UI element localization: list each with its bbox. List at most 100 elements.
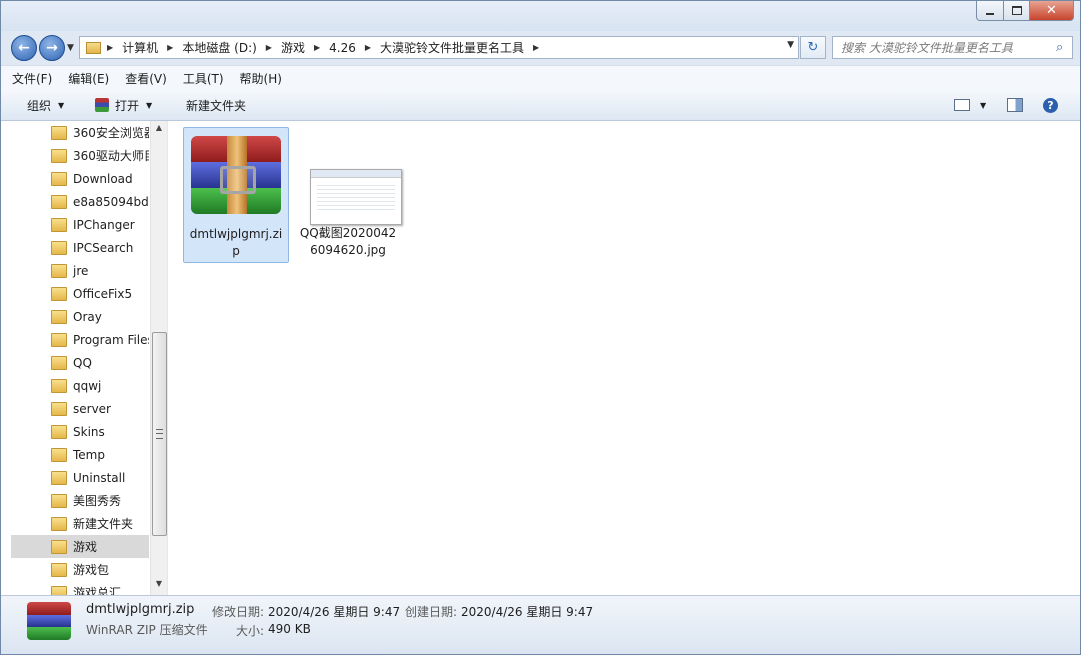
- maximize-button[interactable]: [1004, 1, 1030, 21]
- menu-bar: 文件(F) 编辑(E) 查看(V) 工具(T) 帮助(H): [1, 65, 1080, 91]
- minimize-button[interactable]: [976, 1, 1004, 21]
- command-bar: 组织 ▼ 打开 ▼ 新建文件夹 ▼ ?: [1, 90, 1080, 121]
- details-pane: dmtlwjplgmrj.zip WinRAR ZIP 压缩文件 修改日期: 2…: [1, 595, 1080, 654]
- help-button[interactable]: ?: [1043, 90, 1058, 120]
- file-item[interactable]: QQ截图20200426094620.jpg: [296, 127, 402, 261]
- winrar-archive-icon: [191, 136, 281, 214]
- details-file-type: WinRAR ZIP 压缩文件: [86, 623, 208, 637]
- breadcrumb-label: 本地磁盘 (D:): [182, 41, 257, 55]
- folder-icon: [51, 516, 67, 531]
- chevron-right-icon[interactable]: ▶: [314, 43, 320, 52]
- size-label: 大小:: [236, 624, 265, 638]
- tree-item[interactable]: 360驱动大师目: [11, 144, 149, 167]
- tree-item-selected[interactable]: 游戏: [11, 535, 149, 558]
- menu-help[interactable]: 帮助(H): [235, 70, 287, 87]
- recent-pages-dropdown[interactable]: ▼: [67, 43, 74, 53]
- image-thumbnail-icon: [310, 169, 402, 225]
- refresh-button[interactable]: ↻: [800, 36, 826, 59]
- folder-icon: [51, 447, 67, 462]
- open-button[interactable]: 打开 ▼: [95, 90, 152, 120]
- breadcrumb-item[interactable]: 大漠驼铃文件批量更名工具 ▶: [380, 39, 548, 56]
- menu-view[interactable]: 查看(V): [120, 70, 172, 87]
- breadcrumb-item[interactable]: 游戏 ▶: [281, 39, 329, 56]
- scroll-thumb[interactable]: [152, 332, 167, 536]
- grip-icon: [156, 429, 163, 439]
- tree-item[interactable]: IPChanger: [11, 213, 149, 236]
- maximize-icon: [1011, 6, 1022, 15]
- search-box[interactable]: 搜索 大漠驼铃文件批量更名工具 ⌕: [832, 36, 1073, 59]
- tree-item-label: IPChanger: [73, 217, 135, 232]
- preview-pane-icon: [1007, 98, 1023, 112]
- caption-buttons: ✕: [976, 1, 1074, 21]
- tree-item[interactable]: Uninstall: [11, 466, 149, 489]
- tree-item-label: server: [73, 401, 111, 416]
- tree-item[interactable]: 360安全浏览器: [11, 121, 149, 144]
- tree-item[interactable]: 美图秀秀: [11, 489, 149, 512]
- arrow-right-icon: →: [46, 40, 58, 56]
- tree-item[interactable]: OfficeFix5: [11, 282, 149, 305]
- folder-icon: [51, 217, 67, 232]
- tree-item[interactable]: Temp: [11, 443, 149, 466]
- folder-icon: [51, 240, 67, 255]
- folder-icon: [86, 41, 101, 54]
- folder-icon: [51, 470, 67, 485]
- tree-item[interactable]: e8a85094bdb: [11, 190, 149, 213]
- tree-item-label: Uninstall: [73, 470, 126, 485]
- search-input[interactable]: 搜索 大漠驼铃文件批量更名工具: [833, 39, 1056, 56]
- tree-item[interactable]: Download: [11, 167, 149, 190]
- file-item-selected[interactable]: dmtlwjplgmrj.zip: [183, 127, 289, 263]
- menu-file[interactable]: 文件(F): [7, 70, 57, 87]
- tree-item-label: Program Files: [73, 332, 149, 347]
- new-folder-label: 新建文件夹: [186, 98, 247, 113]
- close-button[interactable]: ✕: [1030, 1, 1074, 21]
- tree-item[interactable]: qqwj: [11, 374, 149, 397]
- folder-icon: [51, 493, 67, 508]
- file-list-area[interactable]: dmtlwjplgmrj.zip QQ截图20200426094620.jpg: [168, 121, 1080, 595]
- address-bar[interactable]: ▶ 计算机 ▶ 本地磁盘 (D:) ▶ 游戏 ▶ 4.26 ▶ 大漠驼铃文件批量更名工具…: [79, 36, 799, 59]
- tree-item[interactable]: 游戏包: [11, 558, 149, 581]
- folder-icon: [51, 401, 67, 416]
- chevron-right-icon[interactable]: ▶: [266, 43, 272, 52]
- folder-icon: [51, 355, 67, 370]
- tree-item[interactable]: 游戏总汇: [11, 581, 149, 595]
- chevron-right-icon[interactable]: ▶: [365, 43, 371, 52]
- tree-item-label: qqwj: [73, 378, 102, 393]
- scroll-down-icon[interactable]: ▼: [151, 579, 167, 593]
- chevron-right-icon[interactable]: ▶: [167, 43, 173, 52]
- breadcrumb-item[interactable]: 计算机 ▶: [122, 39, 182, 56]
- preview-pane-button[interactable]: [1007, 90, 1023, 120]
- change-view-button[interactable]: ▼: [954, 90, 986, 120]
- chevron-right-icon[interactable]: ▶: [533, 43, 539, 52]
- menu-edit[interactable]: 编辑(E): [63, 70, 114, 87]
- tree-item[interactable]: Program Files: [11, 328, 149, 351]
- tree-item[interactable]: Skins: [11, 420, 149, 443]
- folder-icon: [51, 539, 67, 554]
- search-icon[interactable]: ⌕: [1056, 40, 1072, 55]
- tree-item-label: 游戏包: [73, 563, 110, 577]
- forward-button[interactable]: →: [39, 35, 65, 61]
- address-history-dropdown[interactable]: ▼: [787, 40, 794, 50]
- tree-item[interactable]: IPCSearch: [11, 236, 149, 259]
- tree-item[interactable]: QQ: [11, 351, 149, 374]
- back-button[interactable]: ←: [11, 35, 37, 61]
- chevron-down-icon: ▼: [58, 100, 65, 110]
- folder-icon: [51, 148, 67, 163]
- organize-button[interactable]: 组织 ▼: [27, 90, 64, 120]
- breadcrumb-label: 游戏: [280, 41, 305, 55]
- nav-scrollbar[interactable]: ▲ ▼: [150, 121, 167, 595]
- menu-tools[interactable]: 工具(T): [178, 70, 229, 87]
- tree-item[interactable]: Oray: [11, 305, 149, 328]
- tree-item-label: IPCSearch: [73, 240, 134, 255]
- breadcrumb-item[interactable]: 4.26 ▶: [329, 41, 380, 55]
- tree-item[interactable]: 新建文件夹: [11, 512, 149, 535]
- modified-value: 2020/4/26 星期日 9:47: [268, 605, 401, 619]
- tree-item-label: jre: [73, 263, 89, 278]
- scroll-up-icon[interactable]: ▲: [151, 123, 167, 137]
- folder-icon: [51, 194, 67, 209]
- breadcrumb-item[interactable]: 本地磁盘 (D:) ▶: [182, 39, 281, 56]
- tree-item[interactable]: jre: [11, 259, 149, 282]
- tree-item-label: Oray: [73, 309, 102, 324]
- breadcrumb-root-arrow[interactable]: ▶: [105, 43, 122, 52]
- tree-item[interactable]: server: [11, 397, 149, 420]
- new-folder-button[interactable]: 新建文件夹: [186, 90, 246, 120]
